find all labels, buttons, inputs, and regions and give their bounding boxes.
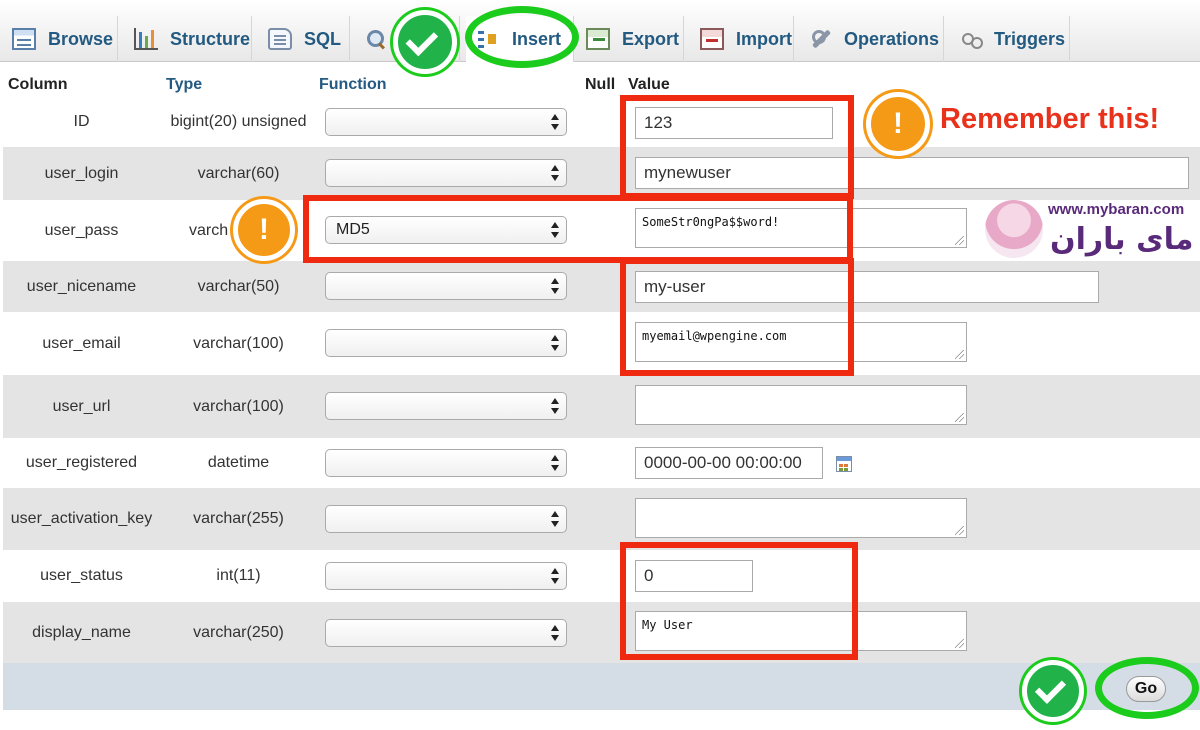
- tab-bar: Browse Structure SQL Insert Export Impor…: [0, 0, 1200, 62]
- column-name: user_nicename: [26, 277, 137, 295]
- resize-grip-icon[interactable]: [955, 350, 964, 359]
- function-select[interactable]: [325, 159, 567, 187]
- tab-label: Import: [736, 28, 792, 49]
- column-type: varchar(100): [193, 334, 284, 352]
- column-type: datetime: [207, 454, 270, 471]
- select-arrows-icon: [550, 455, 560, 471]
- table-row: user_status int(11) 0: [3, 550, 1200, 602]
- tab-structure[interactable]: Structure: [124, 16, 252, 62]
- column-name: user_registered: [25, 454, 138, 471]
- column-name: display_name: [32, 623, 131, 641]
- table-row: display_name varchar(250) My User: [3, 602, 1200, 663]
- function-select[interactable]: [325, 272, 567, 300]
- warning-icon: !: [866, 92, 930, 156]
- function-select[interactable]: [325, 108, 567, 136]
- table-row: user_login varchar(60) mynewuser: [3, 147, 1200, 200]
- column-name: user_login: [44, 164, 119, 182]
- function-select[interactable]: [325, 619, 567, 647]
- highlight-box-status-display: [620, 542, 858, 660]
- value-textarea-user-activation-key[interactable]: [635, 498, 967, 538]
- tab-label: Triggers: [994, 28, 1066, 49]
- tab-import[interactable]: Import: [690, 16, 794, 62]
- table-row: user_email varchar(100) myemail@wpengine…: [3, 312, 1200, 375]
- highlight-box-id-login: [620, 95, 854, 199]
- column-type: varchar(255): [193, 510, 284, 527]
- column-name: user_email: [42, 334, 121, 352]
- column-name: ID: [73, 113, 90, 130]
- form-footer: [3, 663, 1200, 710]
- tab-label: Browse: [48, 28, 114, 49]
- checkmark-icon: [393, 10, 457, 74]
- tab-label: Operations: [844, 28, 940, 49]
- tab-label: SQL: [304, 28, 342, 49]
- highlight-box-nicename-email: [620, 258, 854, 376]
- table-row: user_nicename varchar(50) my-user: [3, 261, 1200, 312]
- sql-icon: [268, 28, 292, 50]
- column-type: varchar(250): [193, 623, 284, 641]
- triggers-icon: [960, 30, 983, 49]
- column-name: user_url: [52, 397, 111, 415]
- column-type: bigint(20) unsigned: [170, 113, 307, 130]
- calendar-icon[interactable]: [836, 456, 852, 472]
- watermark-url: www.mybaran.com: [1048, 201, 1185, 218]
- table-icon: [12, 28, 36, 50]
- select-arrows-icon: [550, 511, 560, 527]
- column-type: int(11): [216, 567, 261, 584]
- column-name: user_activation_key: [10, 510, 153, 527]
- watermark-logo: [985, 200, 1043, 258]
- import-icon: [700, 28, 724, 50]
- column-name: user_status: [40, 567, 123, 584]
- resize-grip-icon[interactable]: [955, 413, 964, 422]
- input-value: 0000-00-00 00:00:00: [644, 453, 802, 472]
- column-type: varchar(60): [197, 164, 280, 182]
- select-arrows-icon: [550, 625, 560, 641]
- structure-icon: [134, 28, 158, 50]
- tab-label: Export: [622, 28, 680, 49]
- column-type: varchar(50): [197, 277, 280, 295]
- resize-grip-icon[interactable]: [955, 639, 964, 648]
- select-arrows-icon: [550, 165, 560, 181]
- header-value: Value: [628, 76, 670, 93]
- column-type: varchar(100): [193, 397, 284, 415]
- tab-export[interactable]: Export: [576, 16, 684, 62]
- value-input-user-registered[interactable]: 0000-00-00 00:00:00: [635, 447, 823, 479]
- export-icon: [586, 28, 610, 50]
- function-select[interactable]: [325, 562, 567, 590]
- operations-icon: [810, 28, 832, 50]
- column-name: user_pass: [44, 221, 119, 239]
- function-select[interactable]: [325, 449, 567, 477]
- search-icon: [366, 29, 386, 49]
- resize-grip-icon[interactable]: [955, 526, 964, 535]
- select-arrows-icon: [550, 278, 560, 294]
- select-arrows-icon: [550, 398, 560, 414]
- function-select[interactable]: [325, 329, 567, 357]
- select-arrows-icon: [550, 114, 560, 130]
- highlight-ring-insert: [465, 6, 579, 68]
- function-select[interactable]: [325, 392, 567, 420]
- tab-operations[interactable]: Operations: [800, 16, 944, 62]
- tab-triggers[interactable]: Triggers: [950, 16, 1070, 62]
- header-type[interactable]: Type: [166, 76, 202, 96]
- tab-browse[interactable]: Browse: [2, 16, 118, 62]
- select-arrows-icon: [550, 335, 560, 351]
- table-row: user_activation_key varchar(255): [3, 488, 1200, 550]
- tab-sql[interactable]: SQL: [258, 16, 350, 62]
- table-row: user_url varchar(100): [3, 375, 1200, 438]
- tab-label: Structure: [170, 28, 251, 49]
- remember-annotation: Remember this!: [940, 103, 1160, 135]
- table-row: user_registered datetime 0000-00-00 00:0…: [3, 438, 1200, 488]
- highlight-box-user-pass: [303, 195, 853, 263]
- header-column: Column: [8, 76, 68, 93]
- header-function[interactable]: Function: [319, 76, 387, 96]
- header-null: Null: [585, 76, 616, 93]
- select-arrows-icon: [550, 568, 560, 584]
- value-textarea-user-url[interactable]: [635, 385, 967, 425]
- function-select[interactable]: [325, 505, 567, 533]
- checkmark-icon: [1022, 660, 1084, 722]
- watermark-name: مای باران: [1050, 222, 1194, 257]
- highlight-ring-go: [1095, 657, 1199, 719]
- warning-icon: !: [233, 199, 295, 261]
- resize-grip-icon[interactable]: [955, 236, 964, 245]
